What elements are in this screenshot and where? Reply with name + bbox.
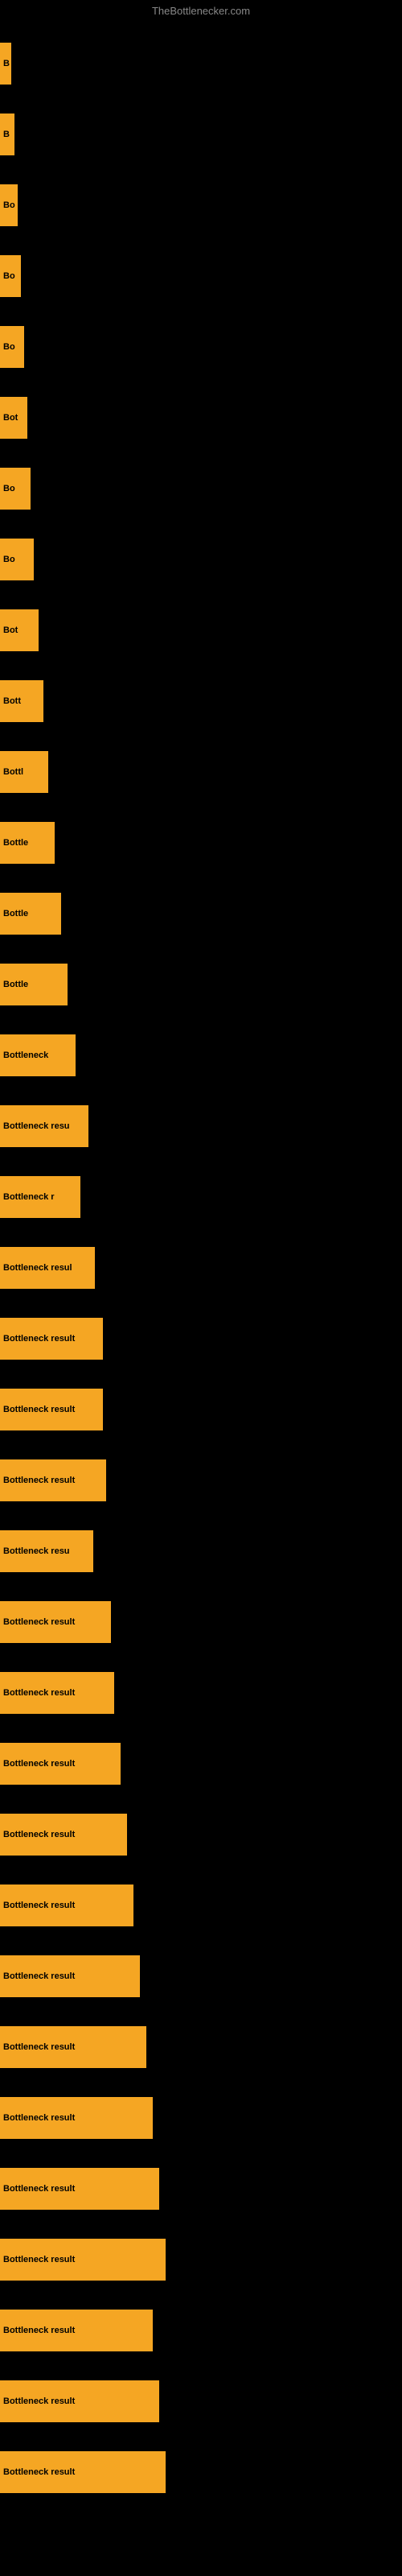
bar-label: Bottleneck result xyxy=(0,2239,166,2281)
bar-label: Bottleneck result xyxy=(0,1672,114,1714)
bar-label: Bottleneck resul xyxy=(0,1247,95,1289)
bar-label: Bottleneck result xyxy=(0,1459,106,1501)
bar-row: Bo xyxy=(0,170,402,241)
bar-row: Bottleneck result xyxy=(0,2295,402,2366)
bar-row: Bottleneck resu xyxy=(0,1516,402,1587)
bar-row: Bot xyxy=(0,595,402,666)
bar-row: B xyxy=(0,99,402,170)
bar-label: Bott xyxy=(0,680,43,722)
bar-row: Bottleneck resu xyxy=(0,1091,402,1162)
bar-row: Bott xyxy=(0,666,402,737)
bar-row: Bottleneck result xyxy=(0,2153,402,2224)
bar-label: Bottleneck xyxy=(0,1034,76,1076)
bar-label: Bottleneck result xyxy=(0,2310,153,2351)
bar-row: B xyxy=(0,28,402,99)
bar-label: Bottleneck result xyxy=(0,1601,111,1643)
bar-row: Bo xyxy=(0,453,402,524)
bar-label: Bottleneck result xyxy=(0,2380,159,2422)
bar-label: Bottleneck result xyxy=(0,1885,133,1926)
bar-row: Bottleneck result xyxy=(0,2366,402,2437)
site-title: TheBottlenecker.com xyxy=(0,0,402,20)
bar-label: Bottleneck result xyxy=(0,1389,103,1430)
bar-label: Bottl xyxy=(0,751,48,793)
bar-label: Bottleneck result xyxy=(0,2097,153,2139)
bar-row: Bottleneck result xyxy=(0,2012,402,2083)
bar-row: Bottleneck xyxy=(0,1020,402,1091)
bar-row: Bottleneck result xyxy=(0,1728,402,1799)
bar-row: Bottleneck result xyxy=(0,1799,402,1870)
bar-label: Bo xyxy=(0,255,21,297)
bar-row: Bottleneck resul xyxy=(0,1232,402,1303)
bar-label: Bottleneck r xyxy=(0,1176,80,1218)
bar-label: Bottle xyxy=(0,822,55,864)
bar-label: Bot xyxy=(0,397,27,439)
bar-row: Bottleneck result xyxy=(0,1657,402,1728)
bar-row: Bottleneck result xyxy=(0,1303,402,1374)
bar-row: Bo xyxy=(0,524,402,595)
bar-label: Bo xyxy=(0,468,31,510)
bar-row: Bottleneck result xyxy=(0,1870,402,1941)
bar-row: Bot xyxy=(0,382,402,453)
bar-label: Bo xyxy=(0,539,34,580)
bar-label: Bottleneck result xyxy=(0,1743,121,1785)
bar-row: Bottleneck result xyxy=(0,1587,402,1657)
bar-label: Bottleneck result xyxy=(0,2451,166,2493)
bar-row: Bo xyxy=(0,241,402,312)
bar-label: B xyxy=(0,43,11,85)
bar-label: Bottle xyxy=(0,964,68,1005)
bar-row: Bottleneck result xyxy=(0,1941,402,2012)
bar-row: Bo xyxy=(0,312,402,382)
bar-row: Bottl xyxy=(0,737,402,807)
bar-row: Bottleneck result xyxy=(0,2083,402,2153)
bar-label: Bottleneck result xyxy=(0,1318,103,1360)
bar-row: Bottleneck r xyxy=(0,1162,402,1232)
bar-row: Bottleneck result xyxy=(0,2224,402,2295)
bar-label: B xyxy=(0,114,14,155)
bars-container: BB Bo Bo Bo Bot Bo Bo Bot Bott Bottl Bottle Bottle B… xyxy=(0,20,402,2508)
bar-label: Bottle xyxy=(0,893,61,935)
bar-label: Bottleneck resu xyxy=(0,1105,88,1147)
bar-label: Bottleneck result xyxy=(0,2168,159,2210)
bar-row: Bottleneck result xyxy=(0,1374,402,1445)
bar-label: Bottleneck resu xyxy=(0,1530,93,1572)
bar-row: Bottle xyxy=(0,949,402,1020)
bar-row: Bottle xyxy=(0,807,402,878)
bar-row: Bottleneck result xyxy=(0,2437,402,2508)
bar-row: Bottleneck result xyxy=(0,1445,402,1516)
bar-label: Bottleneck result xyxy=(0,1814,127,1856)
bar-label: Bottleneck result xyxy=(0,2026,146,2068)
bar-label: Bo xyxy=(0,184,18,226)
bar-label: Bottleneck result xyxy=(0,1955,140,1997)
bar-label: Bot xyxy=(0,609,39,651)
bar-label: Bo xyxy=(0,326,24,368)
bar-row: Bottle xyxy=(0,878,402,949)
